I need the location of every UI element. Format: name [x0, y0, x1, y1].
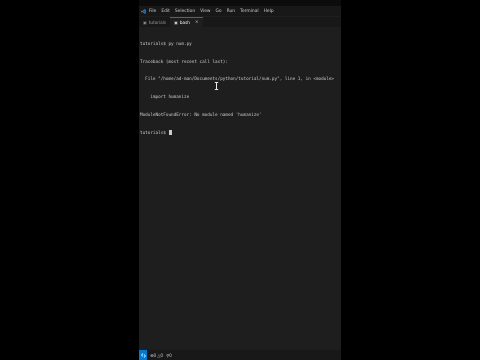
vscode-logo-icon — [141, 8, 146, 14]
status-bar: ⊗ 0 △ 0 ⚲ 0 — [139, 350, 341, 360]
menu-bar: File Edit Selection View Go Run Terminal… — [139, 6, 341, 16]
tab-bash[interactable]: ▣ bash × — [170, 17, 203, 27]
menu-help[interactable]: Help — [264, 9, 274, 14]
menu-edit[interactable]: Edit — [161, 9, 170, 14]
menu-terminal[interactable]: Terminal — [240, 9, 259, 14]
problems-status[interactable]: ⊗ 0 △ 0 — [150, 353, 163, 358]
close-icon[interactable]: × — [195, 20, 199, 25]
vscode-window: File Edit Selection View Go Run Terminal… — [139, 0, 341, 360]
terminal-line: ModuleNotFoundError: No module named 'hu… — [140, 112, 262, 118]
warning-count: 0 — [160, 352, 164, 358]
menu-go[interactable]: Go — [216, 9, 222, 14]
terminal-tabs: ▣ tutorials ▣ bash × — [139, 17, 341, 27]
terminal-line: tutorials$ py num.py — [140, 41, 192, 47]
terminal-cursor — [169, 130, 172, 135]
tab-tutorials[interactable]: ▣ tutorials — [139, 17, 170, 27]
terminal-icon: ▣ — [174, 20, 178, 25]
terminal-prompt: tutorials$ — [140, 131, 169, 137]
ports-count: 0 — [169, 352, 172, 358]
terminal-icon: ▣ — [143, 19, 147, 25]
terminal-line: Traceback (most recent call last): — [140, 59, 228, 65]
tab-label: tutorials — [148, 19, 167, 25]
tab-label: bash — [179, 20, 190, 25]
terminal-prompt-line: tutorials$ — [140, 130, 340, 136]
remote-button[interactable] — [139, 350, 147, 360]
terminal-line: import humanize — [140, 94, 190, 100]
menu-run[interactable]: Run — [227, 9, 235, 14]
menu-view[interactable]: View — [200, 9, 210, 14]
remote-icon — [140, 352, 146, 358]
ports-status[interactable]: ⚲ 0 — [166, 353, 172, 358]
menu-selection[interactable]: Selection — [175, 9, 195, 14]
menu-file[interactable]: File — [149, 9, 156, 14]
terminal-line: File "/home/ad-man/Documents/python/tuto… — [140, 77, 335, 83]
ibeam-cursor-icon — [214, 82, 219, 90]
error-count: 0 — [153, 352, 157, 358]
terminal-output[interactable]: tutorials$ py num.py Traceback (most rec… — [140, 30, 340, 350]
